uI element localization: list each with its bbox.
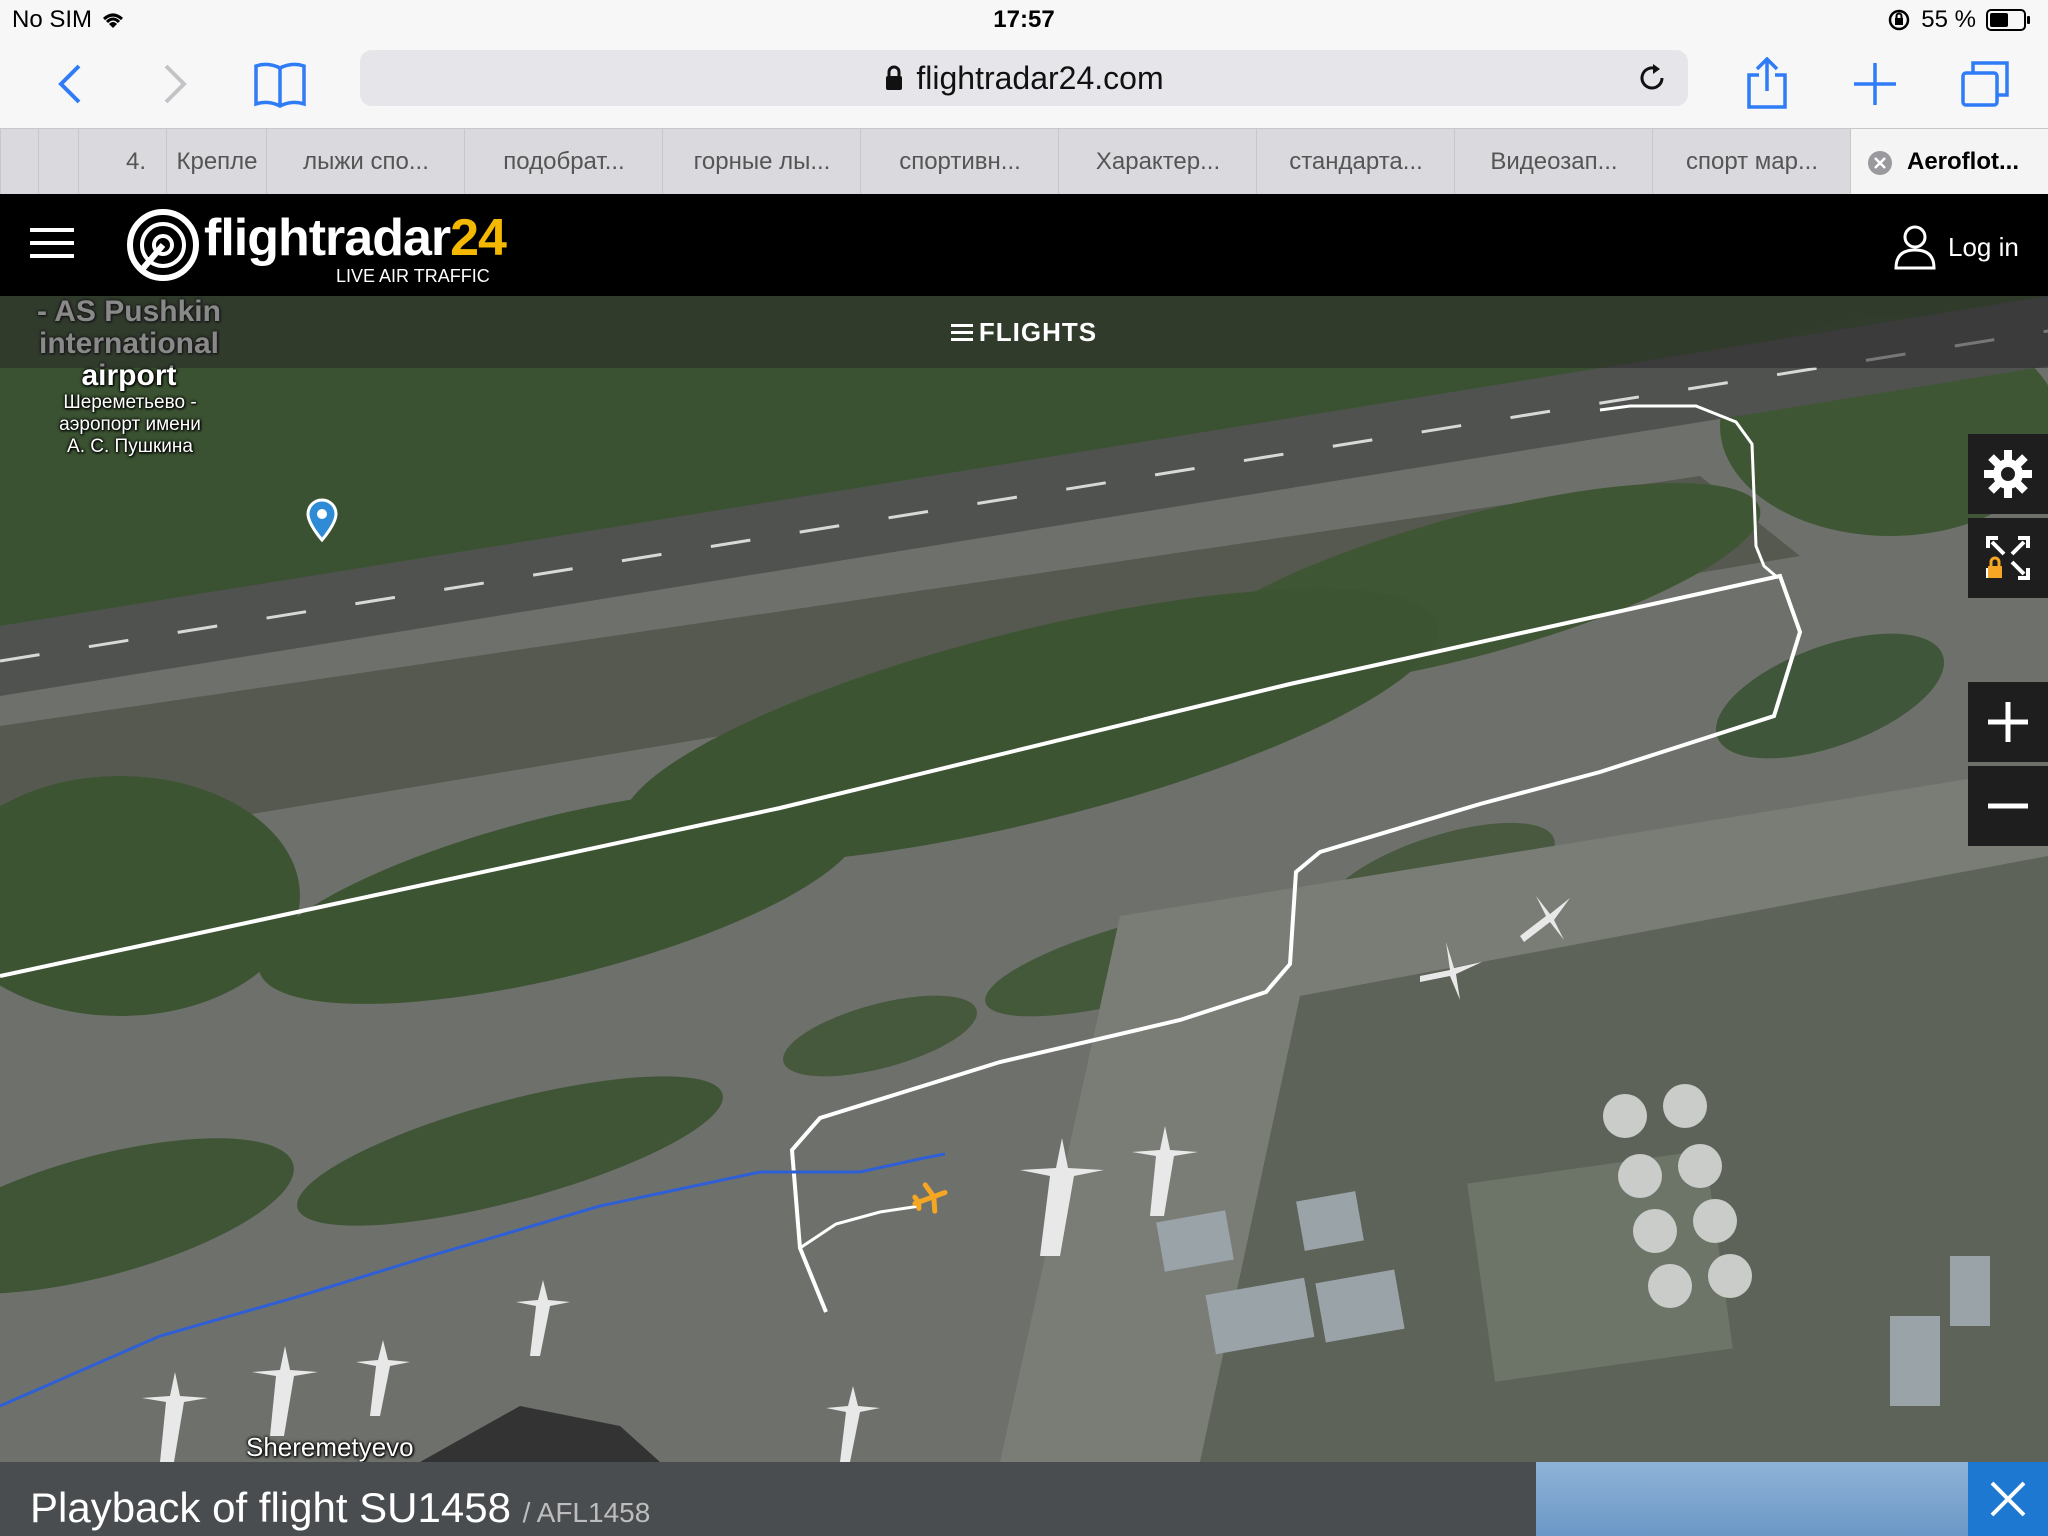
logo-text: flightradar [204, 209, 451, 267]
address-bar[interactable]: flightradar24.com [360, 50, 1688, 106]
reload-button[interactable] [1636, 62, 1668, 99]
login-label: Log in [1948, 231, 2019, 262]
tab-label: спортивн... [899, 148, 1021, 175]
new-tab-button[interactable] [1845, 54, 1905, 114]
tab-item[interactable]: Характер... [1058, 129, 1257, 195]
orientation-lock-icon [1889, 9, 1910, 31]
place-label: Sheremetyevo [246, 1432, 414, 1462]
zoom-out-button[interactable] [1968, 766, 2048, 846]
flights-menu-bar[interactable]: FLIGHTS [0, 296, 2048, 368]
playback-bar: Playback of flight SU1458 / AFL1458 [0, 1462, 2048, 1536]
tab-fragment[interactable] [38, 129, 79, 195]
lock-icon [886, 65, 903, 90]
zoom-in-button[interactable] [1968, 682, 2048, 762]
tab-label: подобрат... [503, 148, 625, 175]
hamburger-menu-button[interactable] [30, 228, 74, 263]
bookmarks-button[interactable] [250, 54, 310, 114]
tab-label: горные лы... [693, 148, 831, 175]
back-button[interactable] [40, 54, 100, 114]
hamburger-icon [30, 228, 74, 258]
chevron-right-icon [164, 64, 187, 104]
fullscreen-lock-button[interactable] [1968, 518, 2048, 598]
logo-tagline: LIVE AIR TRAFFIC [336, 266, 490, 286]
tab-label: Характер... [1095, 148, 1221, 175]
aircraft-photo-thumbnail[interactable] [1536, 1462, 1968, 1536]
forward-button[interactable] [145, 54, 205, 114]
radar-logo-icon [127, 209, 199, 281]
book-icon [254, 62, 306, 108]
logo-number: 24 [450, 209, 507, 267]
chevron-left-icon [58, 64, 81, 104]
close-tab-icon[interactable] [1867, 150, 1893, 176]
tab-label: лыжи спо... [303, 148, 429, 175]
user-icon [1894, 225, 1936, 270]
tabs-icon [1961, 61, 2009, 107]
share-button[interactable] [1737, 54, 1797, 114]
tab-item[interactable]: стандарта... [1256, 129, 1455, 195]
plus-icon [1988, 702, 2028, 742]
status-bar: No SIM 17:57 55 % [0, 0, 2048, 40]
settings-button[interactable] [1968, 434, 2048, 514]
tab-strip: 4. Крепле лыжи спо... подобрат... горные… [0, 128, 2048, 195]
url-text: flightradar24.com [916, 60, 1164, 96]
clock: 17:57 [993, 6, 1055, 33]
tab-item[interactable]: подобрат... [464, 129, 663, 195]
tab-label: Видеозап... [1490, 148, 1618, 175]
fr24-logo[interactable]: flightradar24 LIVE AIR TRAFFIC [126, 204, 507, 288]
tab-item[interactable]: Видеозап... [1454, 129, 1653, 195]
share-icon [1747, 57, 1787, 109]
fullscreen-icon [1986, 536, 2030, 580]
battery-percent: 55 % [1921, 6, 1976, 33]
tab-label: стандарта... [1289, 148, 1423, 175]
gear-icon [1984, 450, 2032, 498]
satellite-map [0, 296, 2048, 1462]
battery-icon [1986, 9, 2030, 31]
site-header: flightradar24 LIVE AIR TRAFFIC Log in [0, 194, 2048, 296]
tab-active[interactable]: Aeroflot... [1850, 129, 2048, 195]
tab-label: Aeroflot... [1907, 148, 2019, 175]
tab-item[interactable]: 4. [78, 129, 166, 195]
tab-label: спорт мар... [1685, 148, 1819, 175]
tab-label: 4. [125, 148, 146, 175]
airport-label-ru: Шереметьево - аэропорт имени А. С. Пушки… [59, 392, 201, 457]
tab-item[interactable]: горные лы... [662, 129, 861, 195]
tab-item[interactable]: лыжи спо... [266, 129, 465, 195]
tab-item[interactable]: спортивн... [860, 129, 1059, 195]
list-icon [950, 324, 973, 341]
playback-title: Playback of flight SU1458 [30, 1484, 511, 1531]
tab-item[interactable]: спорт мар... [1652, 129, 1851, 195]
tab-fragment[interactable] [0, 129, 39, 195]
login-button[interactable]: Log in [1894, 224, 2019, 270]
flights-label: FLIGHTS [978, 317, 1098, 347]
playback-callsign: / AFL1458 [522, 1497, 651, 1528]
close-icon [1990, 1481, 2026, 1517]
reload-icon [1640, 64, 1664, 90]
close-playback-button[interactable] [1968, 1462, 2048, 1536]
tab-item[interactable]: Крепле [166, 129, 267, 195]
minus-icon [1988, 803, 2028, 809]
map-view[interactable]: - AS Pushkin international airport Шерем… [0, 296, 2048, 1462]
plus-icon [1854, 63, 1896, 105]
tabs-overview-button[interactable] [1955, 54, 2015, 114]
tab-label: Крепле [176, 148, 258, 175]
